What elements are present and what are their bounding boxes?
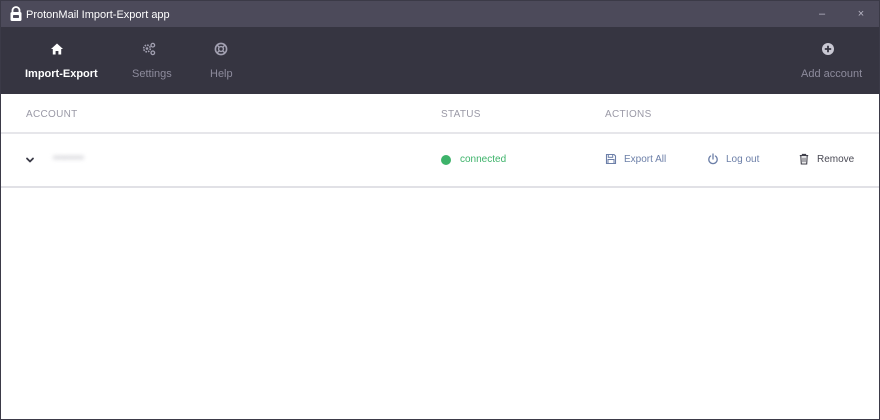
remove-label: Remove [817, 154, 855, 165]
export-all-label: Export All [624, 154, 667, 165]
gears-icon [142, 42, 156, 56]
log-out-button[interactable]: Log out [707, 152, 763, 168]
add-account-label: Add account [801, 68, 863, 80]
account-row: •••••••• connected Export All Log out Re… [1, 134, 879, 188]
lock-icon [10, 6, 22, 21]
column-actions: ACTIONS [605, 109, 652, 120]
column-account: ACCOUNT [26, 109, 78, 120]
nav-settings[interactable]: Settings [125, 27, 175, 94]
nav-import-export-label: Import-Export [25, 68, 98, 80]
nav-import-export[interactable]: Import-Export [19, 27, 98, 94]
power-icon [708, 153, 718, 165]
close-button[interactable]: × [851, 5, 871, 23]
home-icon [51, 43, 63, 55]
lifebuoy-icon [214, 42, 228, 56]
account-name: •••••••• [53, 152, 84, 164]
window-title: ProtonMail Import-Export app [26, 9, 170, 21]
export-all-button[interactable]: Export All [605, 152, 671, 168]
chevron-down-icon[interactable] [24, 154, 36, 166]
main-nav: Import-Export Settings Help Add account [1, 27, 879, 94]
save-icon [605, 153, 617, 165]
log-out-label: Log out [726, 154, 760, 165]
accounts-table-header: ACCOUNT STATUS ACTIONS [1, 94, 879, 134]
nav-settings-label: Settings [132, 68, 172, 80]
add-account-button[interactable]: Add account [793, 27, 865, 94]
title-bar[interactable]: ProtonMail Import-Export app – × [1, 1, 879, 27]
status-text: connected [460, 154, 507, 165]
column-status: STATUS [441, 109, 481, 120]
plus-circle-icon [822, 43, 834, 55]
remove-button[interactable]: Remove [798, 152, 854, 168]
nav-help[interactable]: Help [203, 27, 239, 94]
app-window: ProtonMail Import-Export app – × Import-… [0, 0, 880, 420]
trash-icon [799, 153, 809, 165]
nav-help-label: Help [210, 68, 233, 80]
status-dot [441, 155, 451, 165]
minimize-button[interactable]: – [812, 5, 832, 23]
